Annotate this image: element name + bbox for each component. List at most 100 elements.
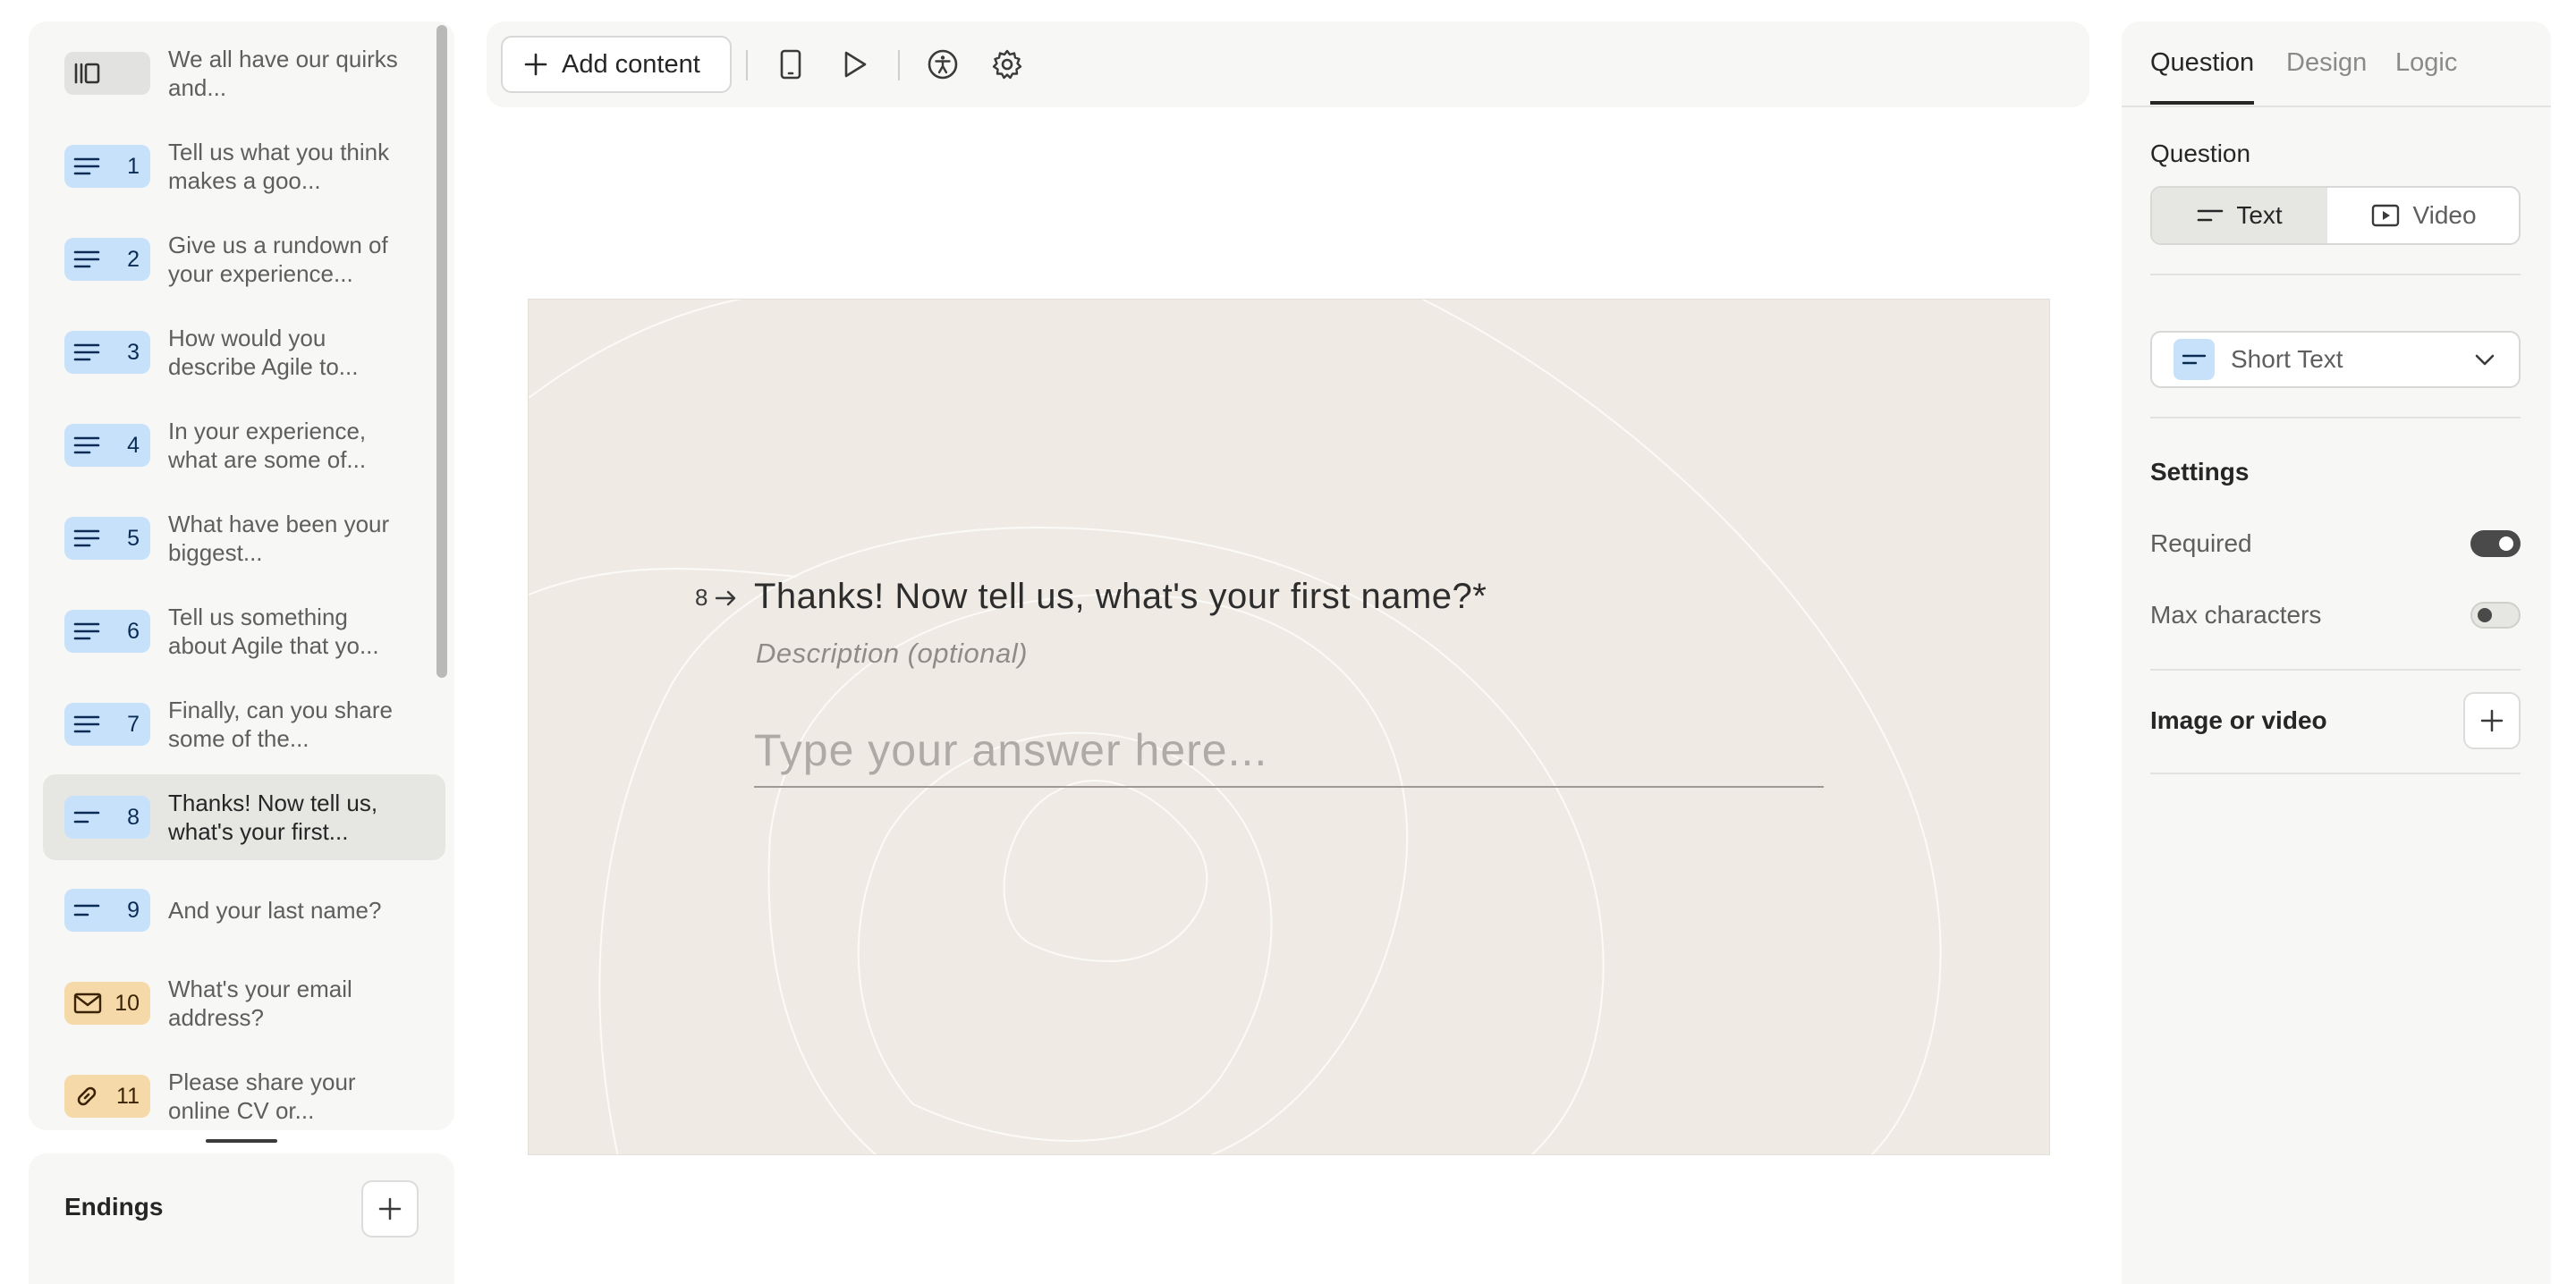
question-number: 9 bbox=[127, 897, 140, 923]
sidebar-question-item[interactable]: 8 Thanks! Now tell us, what's your first.… bbox=[43, 774, 445, 860]
question-number: 2 bbox=[127, 246, 140, 272]
panel-divider bbox=[2150, 417, 2521, 418]
long-text-icon bbox=[73, 528, 100, 548]
question-number: 5 bbox=[127, 525, 140, 551]
mobile-preview-button[interactable] bbox=[769, 43, 812, 86]
settings-button[interactable] bbox=[986, 43, 1029, 86]
long-text-icon bbox=[73, 714, 100, 734]
sidebar-question-item[interactable]: 10 What's your email address? bbox=[43, 960, 445, 1046]
answer-input[interactable] bbox=[754, 714, 1824, 788]
sidebar-question-item[interactable]: 9 And your last name? bbox=[43, 867, 445, 953]
required-toggle[interactable] bbox=[2470, 530, 2521, 557]
question-type-badge: 4 bbox=[64, 424, 150, 467]
sidebar-question-item[interactable]: 7 Finally, can you share some of the... bbox=[43, 681, 445, 767]
sidebar-question-item[interactable]: 2 Give us a rundown of your experience... bbox=[43, 216, 445, 302]
toolbar-divider bbox=[898, 50, 900, 80]
format-text-label: Text bbox=[2236, 201, 2283, 229]
question-number: 8 bbox=[695, 584, 738, 612]
long-text-icon bbox=[73, 435, 100, 455]
accessibility-icon bbox=[928, 49, 958, 80]
question-type-label: Short Text bbox=[2231, 345, 2343, 373]
long-text-icon bbox=[73, 156, 100, 176]
question-number: 11 bbox=[116, 1083, 140, 1109]
long-text-icon bbox=[73, 249, 100, 269]
question-label: Tell us what you think makes a goo... bbox=[168, 139, 390, 194]
format-video-option[interactable]: Video bbox=[2329, 188, 2519, 243]
sidebar-question-item[interactable]: 5 What have been your biggest... bbox=[43, 495, 445, 581]
video-icon bbox=[2372, 204, 2400, 227]
question-number-text: 8 bbox=[695, 584, 708, 611]
preview-button[interactable] bbox=[834, 43, 877, 86]
question-description[interactable]: Description (optional) bbox=[756, 638, 1028, 670]
question-list-scrollbar[interactable] bbox=[436, 25, 447, 678]
question-type-badge: 9 bbox=[64, 889, 150, 932]
gear-icon bbox=[992, 49, 1022, 80]
chevron-down-icon bbox=[2475, 354, 2495, 366]
toggle-knob bbox=[2478, 608, 2492, 622]
question-type-badge bbox=[2174, 339, 2215, 380]
question-canvas: 8 Thanks! Now tell us, what's your first… bbox=[528, 299, 2050, 1155]
panel-divider bbox=[2150, 773, 2521, 774]
accessibility-button[interactable] bbox=[921, 43, 964, 86]
question-number: 4 bbox=[127, 432, 140, 458]
sidebar-question-item[interactable]: 11 Please share your online CV or... bbox=[43, 1053, 445, 1130]
question-type-badge: 3 bbox=[64, 331, 150, 374]
panel-divider bbox=[2150, 274, 2521, 275]
question-type-select[interactable]: Short Text bbox=[2150, 331, 2521, 388]
question-type-badge: 11 bbox=[64, 1075, 150, 1118]
question-type-badge: 5 bbox=[64, 517, 150, 560]
question-label: Tell us something about Agile that yo... bbox=[168, 604, 379, 659]
sidebar-question-item[interactable]: 3 How would you describe Agile to... bbox=[43, 309, 445, 395]
required-setting: Required bbox=[2150, 526, 2521, 562]
email-icon bbox=[73, 993, 102, 1014]
panel-divider bbox=[2150, 669, 2521, 671]
top-toolbar: Add content bbox=[487, 21, 2089, 107]
tab-logic[interactable]: Logic bbox=[2395, 48, 2457, 101]
sidebar-question-item[interactable]: 4 In your experience, what are some of... bbox=[43, 402, 445, 488]
short-text-icon bbox=[2182, 354, 2207, 365]
question-label: Finally, can you share some of the... bbox=[168, 697, 393, 752]
link-icon bbox=[73, 1083, 100, 1110]
question-list-panel: We all have our quirks and... 1 Tell us wh… bbox=[29, 21, 454, 1130]
question-type-badge: 8 bbox=[64, 796, 150, 839]
welcome-screen-icon bbox=[73, 62, 104, 85]
question-label: What have been your biggest... bbox=[168, 511, 390, 566]
properties-panel: Question Design Logic Question Text Vide… bbox=[2122, 21, 2551, 1284]
question-label: Please share your online CV or... bbox=[168, 1069, 356, 1124]
question-type-badge: 7 bbox=[64, 703, 150, 746]
plus-icon bbox=[524, 53, 547, 76]
question-label: In your experience, what are some of... bbox=[168, 418, 367, 473]
format-video-label: Video bbox=[2412, 201, 2477, 229]
short-text-icon bbox=[73, 810, 100, 824]
question-number: 8 bbox=[127, 804, 140, 830]
image-or-video-label: Image or video bbox=[2150, 706, 2327, 734]
tab-question[interactable]: Question bbox=[2150, 48, 2255, 105]
question-label: How would you describe Agile to... bbox=[168, 325, 359, 380]
required-label: Required bbox=[2150, 529, 2252, 557]
sidebar-question-item[interactable]: 6 Tell us something about Agile that yo..… bbox=[43, 588, 445, 674]
add-media-button[interactable] bbox=[2463, 692, 2521, 749]
short-text-icon bbox=[73, 903, 100, 917]
add-content-label: Add content bbox=[562, 49, 700, 79]
toggle-knob bbox=[2499, 536, 2513, 551]
endings-title: Endings bbox=[64, 1193, 164, 1221]
sidebar-question-item[interactable]: We all have our quirks and... bbox=[43, 30, 445, 116]
settings-heading: Settings bbox=[2150, 458, 2250, 486]
question-label: Give us a rundown of your experience... bbox=[168, 232, 388, 287]
max-characters-setting: Max characters bbox=[2150, 597, 2521, 633]
add-content-button[interactable]: Add content bbox=[501, 36, 732, 93]
question-label: What's your email address? bbox=[168, 976, 352, 1031]
add-ending-button[interactable] bbox=[361, 1180, 419, 1238]
question-title[interactable]: Thanks! Now tell us, what's your first n… bbox=[754, 577, 1487, 617]
sidebar-question-item[interactable]: 1 Tell us what you think makes a goo... bbox=[43, 123, 445, 209]
panel-resize-handle[interactable] bbox=[206, 1139, 277, 1143]
long-text-icon bbox=[73, 621, 100, 641]
short-text-icon bbox=[2198, 209, 2224, 222]
format-text-option[interactable]: Text bbox=[2152, 188, 2327, 243]
question-number: 10 bbox=[114, 990, 140, 1016]
question-number: 6 bbox=[127, 618, 140, 644]
max-characters-toggle[interactable] bbox=[2470, 602, 2521, 629]
question-section-label: Question bbox=[2150, 139, 2251, 167]
max-characters-label: Max characters bbox=[2150, 601, 2322, 629]
tab-design[interactable]: Design bbox=[2286, 48, 2367, 101]
